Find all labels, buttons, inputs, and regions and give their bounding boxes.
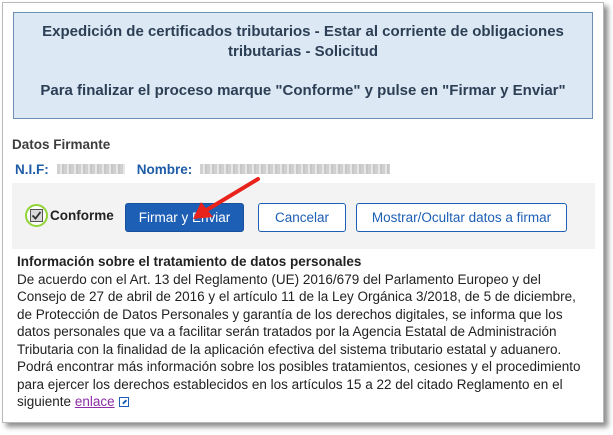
privacy-text: De acuerdo con el Art. 13 del Reglamento… bbox=[17, 271, 589, 411]
toggle-data-button[interactable]: Mostrar/Ocultar datos a firmar bbox=[356, 203, 567, 232]
name-value-redacted bbox=[200, 164, 391, 174]
privacy-title: Información sobre el tratamiento de dato… bbox=[17, 254, 362, 269]
check-icon bbox=[31, 210, 42, 220]
conforme-control[interactable]: Conforme bbox=[25, 202, 114, 228]
red-arrow-icon bbox=[193, 177, 260, 219]
external-link-icon bbox=[118, 397, 129, 407]
privacy-info: Información sobre el tratamiento de dato… bbox=[12, 249, 595, 418]
privacy-body: De acuerdo con el Art. 13 del Reglamento… bbox=[17, 271, 581, 410]
app-window: Expedición de certificados tributarios -… bbox=[2, 2, 604, 423]
page-title: Expedición de certificados tributarios -… bbox=[42, 23, 564, 60]
highlight-ring bbox=[25, 203, 48, 227]
page-header: Expedición de certificados tributarios -… bbox=[13, 12, 593, 119]
nif-label: N.I.F: bbox=[15, 161, 49, 177]
action-panel: Conforme Firmar y Enviar Cancelar Mostra… bbox=[12, 183, 595, 418]
page-instruction: Para finalizar el proceso marque "Confor… bbox=[40, 82, 566, 99]
signer-section-title: Datos Firmante bbox=[12, 137, 111, 152]
conforme-checkbox[interactable] bbox=[30, 208, 43, 222]
cancel-button[interactable]: Cancelar bbox=[258, 203, 346, 232]
privacy-link[interactable]: enlace bbox=[75, 394, 115, 409]
conforme-label[interactable]: Conforme bbox=[50, 208, 114, 223]
nif-value-redacted bbox=[56, 164, 125, 174]
